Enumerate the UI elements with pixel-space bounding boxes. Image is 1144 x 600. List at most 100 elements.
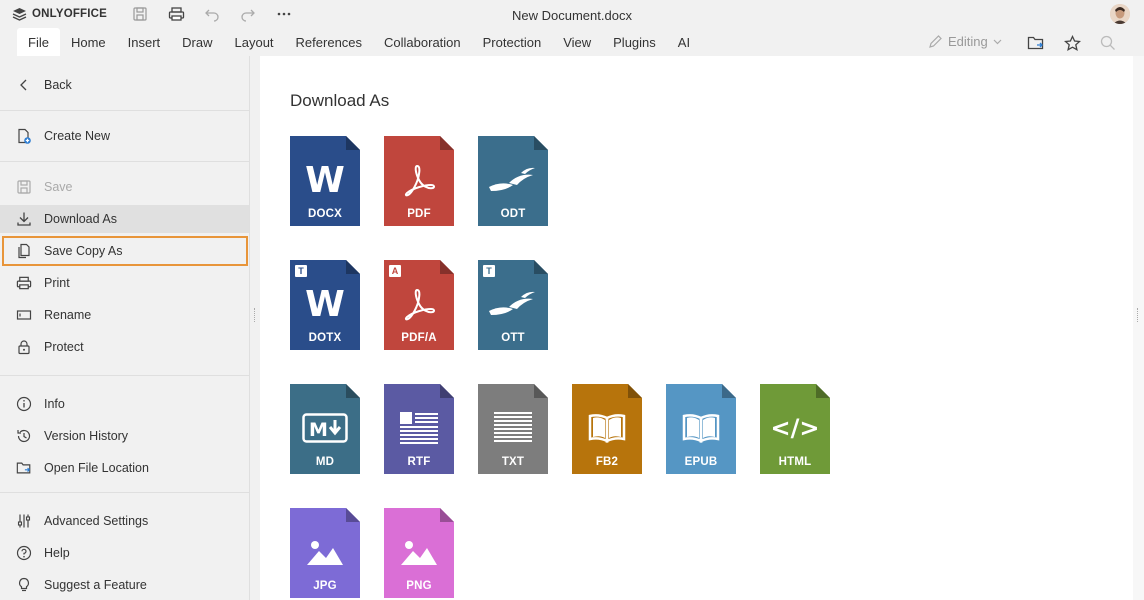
sidebar-item-help[interactable]: Help <box>0 539 249 567</box>
tab-plugins[interactable]: Plugins <box>602 28 667 56</box>
star-icon[interactable] <box>1062 33 1082 53</box>
sidebar-item-label: Download As <box>44 212 117 226</box>
rich-text-icon <box>384 406 454 450</box>
sidebar-item-back[interactable]: Back <box>0 71 249 99</box>
plain-text-icon <box>478 406 548 450</box>
format-pdf[interactable]: PDF <box>384 136 454 226</box>
help-icon <box>16 545 32 561</box>
title-bar: ONLYOFFICE New Document.docx <box>0 0 1144 28</box>
openoffice-gulls-icon <box>478 158 548 202</box>
book-icon <box>666 406 736 450</box>
format-md[interactable]: M MD <box>290 384 360 474</box>
sliders-icon <box>16 513 32 529</box>
sidebar-item-save-copy-as[interactable]: Save Copy As <box>2 236 248 266</box>
tab-draw[interactable]: Draw <box>171 28 223 56</box>
format-ott[interactable]: T OTT <box>478 260 548 350</box>
new-document-icon <box>16 128 32 144</box>
sidebar-item-print[interactable]: Print <box>0 269 249 297</box>
tab-references[interactable]: References <box>285 28 373 56</box>
search-icon[interactable] <box>1098 33 1118 53</box>
sidebar-item-advanced-settings[interactable]: Advanced Settings <box>0 507 249 535</box>
sidebar-item-open-file-location[interactable]: Open File Location <box>0 454 249 482</box>
format-rtf[interactable]: RTF <box>384 384 454 474</box>
folder-icon <box>16 460 32 476</box>
pencil-icon <box>929 35 942 48</box>
tab-protection[interactable]: Protection <box>472 28 553 56</box>
tab-view[interactable]: View <box>552 28 602 56</box>
sidebar-item-label: Back <box>44 78 72 92</box>
divider <box>0 161 249 162</box>
download-icon <box>16 211 32 227</box>
tab-ai[interactable]: AI <box>667 28 701 56</box>
rename-icon <box>16 307 32 323</box>
format-png[interactable]: PNG <box>384 508 454 598</box>
book-icon <box>572 406 642 450</box>
sidebar-item-label: Save <box>44 180 73 194</box>
format-pdfa[interactable]: A PDF/A <box>384 260 454 350</box>
format-txt[interactable]: TXT <box>478 384 548 474</box>
sidebar-item-label: Help <box>44 546 70 560</box>
right-resize-handle[interactable] <box>1133 56 1144 600</box>
copy-icon <box>16 243 32 259</box>
template-badge: T <box>295 265 307 277</box>
sidebar-item-info[interactable]: Info <box>0 390 249 418</box>
format-dotx[interactable]: T W DOTX <box>290 260 360 350</box>
tab-file[interactable]: File <box>17 28 60 56</box>
sidebar-item-label: Save Copy As <box>44 244 123 258</box>
svg-text:M: M <box>309 419 328 441</box>
template-badge: T <box>483 265 495 277</box>
info-icon <box>16 396 32 412</box>
format-odt[interactable]: ODT <box>478 136 548 226</box>
sidebar-item-version-history[interactable]: Version History <box>0 422 249 450</box>
history-icon <box>16 428 32 444</box>
sidebar-item-label: Advanced Settings <box>44 514 149 528</box>
sidebar-item-protect[interactable]: Protect <box>0 333 249 361</box>
tab-home[interactable]: Home <box>60 28 117 56</box>
image-icon <box>384 530 454 574</box>
download-as-panel: Download As W DOCX PDF ODT T W DOTX A PD… <box>260 56 1133 600</box>
editing-label: Editing <box>948 34 988 49</box>
divider <box>0 110 249 111</box>
document-title: New Document.docx <box>512 8 632 23</box>
sidebar-item-suggest-feature[interactable]: Suggest a Feature <box>0 571 249 599</box>
tab-layout[interactable]: Layout <box>224 28 285 56</box>
sidebar-item-label: Create New <box>44 129 110 143</box>
sidebar-item-create-new[interactable]: Create New <box>0 122 249 150</box>
format-jpg[interactable]: JPG <box>290 508 360 598</box>
sidebar-item-rename[interactable]: Rename <box>0 301 249 329</box>
divider <box>0 375 249 376</box>
sidebar-item-label: Suggest a Feature <box>44 578 147 592</box>
panel-title: Download As <box>290 91 390 110</box>
save-icon <box>16 179 32 195</box>
menu-tabs: File Home Insert Draw Layout References … <box>17 28 701 56</box>
user-avatar[interactable] <box>1110 4 1130 24</box>
sidebar-item-label: Rename <box>44 308 92 322</box>
lightbulb-icon <box>16 577 32 593</box>
lock-icon <box>16 339 32 355</box>
sidebar-item-label: Info <box>44 397 65 411</box>
sidebar-item-download-as[interactable]: Download As <box>0 205 249 233</box>
print-icon <box>16 275 32 291</box>
sidebar-item-save[interactable]: Save <box>0 173 249 201</box>
sidebar-item-label: Open File Location <box>44 461 149 475</box>
arrow-left-icon <box>16 77 32 93</box>
word-icon: W <box>305 283 345 325</box>
editing-mode-dropdown[interactable]: Editing <box>928 34 1002 49</box>
format-epub[interactable]: EPUB <box>666 384 736 474</box>
tab-insert[interactable]: Insert <box>117 28 172 56</box>
open-location-icon[interactable] <box>1026 33 1046 53</box>
code-icon: </> <box>770 414 820 442</box>
sidebar-item-label: Protect <box>44 340 84 354</box>
format-fb2[interactable]: FB2 <box>572 384 642 474</box>
sidebar-item-label: Print <box>44 276 70 290</box>
format-docx[interactable]: W DOCX <box>290 136 360 226</box>
file-menu-sidebar: Back Create New Save Download As Save Co… <box>0 56 249 600</box>
tab-collaboration[interactable]: Collaboration <box>373 28 472 56</box>
word-icon: W <box>305 159 345 201</box>
openoffice-gulls-icon <box>478 282 548 326</box>
chevron-down-icon <box>993 39 1002 44</box>
format-html[interactable]: </> HTML <box>760 384 830 474</box>
image-icon <box>290 530 360 574</box>
markdown-icon: M <box>290 406 360 450</box>
sidebar-resize-handle[interactable] <box>249 56 260 600</box>
